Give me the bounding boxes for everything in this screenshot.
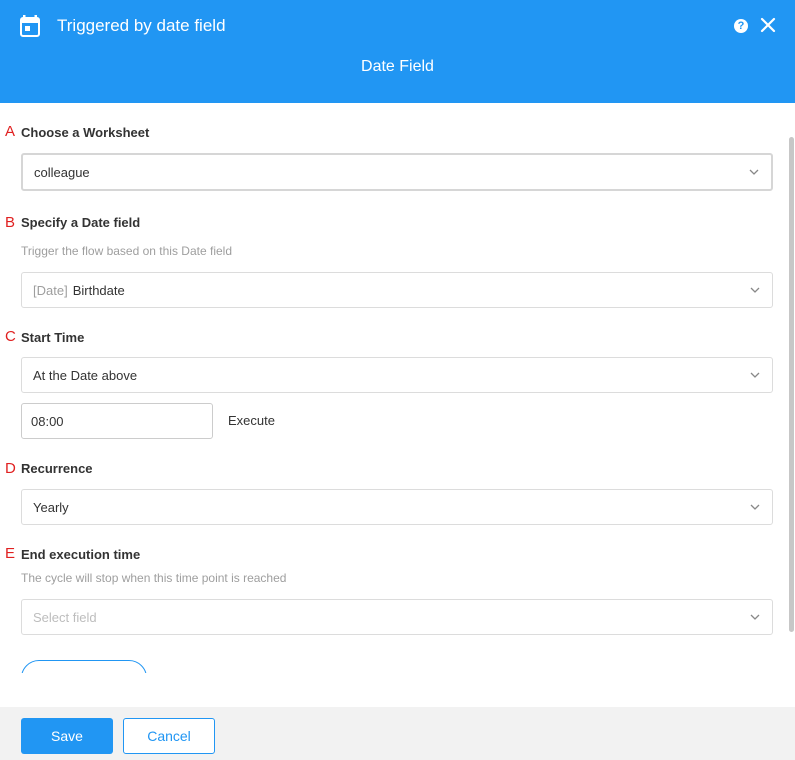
recurrence-select[interactable]: Yearly	[21, 489, 773, 525]
dialog-header: Triggered by date field ? Date Field	[0, 0, 795, 103]
section-marker-c: C	[5, 328, 16, 345]
start-time-select[interactable]: At the Date above	[21, 357, 773, 393]
recurrence-label: Recurrence	[21, 461, 93, 476]
tab-date-field[interactable]: Date Field	[0, 58, 795, 76]
chevron-down-icon	[749, 169, 759, 175]
section-marker-b: B	[5, 214, 16, 231]
scrollbar[interactable]	[789, 137, 794, 632]
end-time-placeholder: Select field	[33, 609, 97, 625]
worksheet-select[interactable]: colleague	[21, 153, 773, 191]
recurrence-value: Yearly	[33, 499, 69, 515]
partially-hidden-button[interactable]	[21, 660, 147, 673]
section-marker-d: D	[5, 460, 16, 477]
chevron-down-icon	[750, 504, 760, 510]
section-marker-e: E	[5, 545, 16, 562]
dialog-title: Triggered by date field	[57, 16, 226, 35]
worksheet-label: Choose a Worksheet	[21, 125, 150, 140]
end-time-label: End execution time	[21, 547, 141, 562]
end-time-select[interactable]: Select field	[21, 599, 773, 635]
date-field-value: Birthdate	[72, 282, 125, 298]
execute-label: Execute	[228, 413, 275, 428]
form-body[interactable]: A Choose a Worksheet colleague B Specify…	[0, 103, 795, 673]
start-time-label: Start Time	[21, 330, 85, 345]
calendar-icon	[20, 15, 40, 37]
date-field-hint: Trigger the flow based on this Date fiel…	[21, 244, 233, 258]
date-field-select[interactable]: [Date] Birthdate	[21, 272, 773, 308]
dialog-footer: Save Cancel	[0, 707, 795, 760]
cancel-button[interactable]: Cancel	[123, 718, 215, 754]
start-time-value: At the Date above	[33, 367, 138, 383]
close-icon[interactable]	[760, 17, 776, 33]
section-marker-a: A	[5, 123, 16, 140]
help-icon[interactable]: ?	[734, 19, 748, 33]
date-field-label: Specify a Date field	[21, 215, 141, 230]
chevron-down-icon	[750, 372, 760, 378]
save-button[interactable]: Save	[21, 718, 113, 754]
worksheet-value: colleague	[34, 164, 90, 180]
date-type-prefix: [Date]	[33, 282, 68, 298]
chevron-down-icon	[750, 287, 760, 293]
time-input[interactable]	[21, 403, 213, 439]
end-time-hint: The cycle will stop when this time point…	[21, 571, 287, 585]
chevron-down-icon	[750, 614, 760, 620]
